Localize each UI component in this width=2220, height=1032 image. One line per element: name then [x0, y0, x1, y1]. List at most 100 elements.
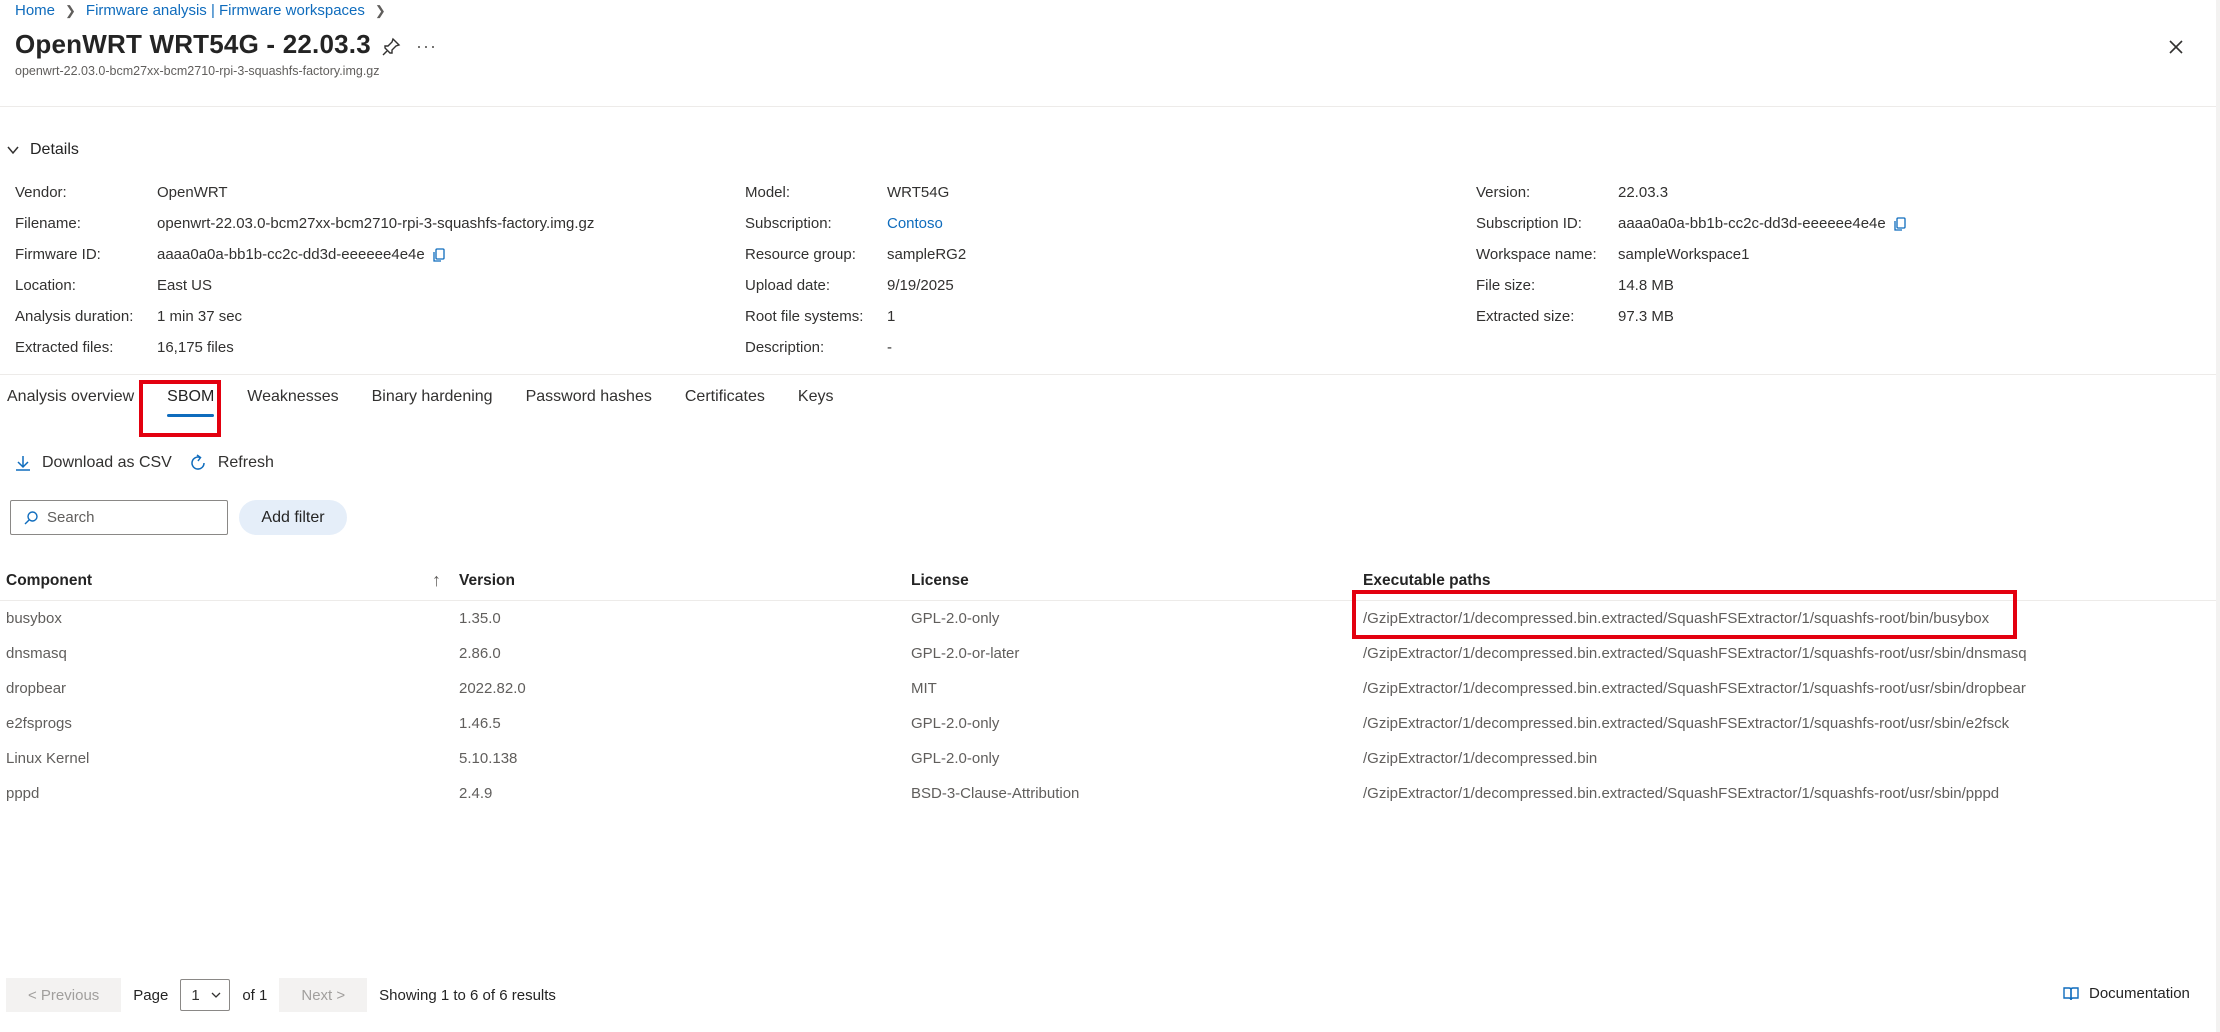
cell-component: dropbear: [6, 680, 67, 697]
tab-analysis-overview[interactable]: Analysis overview: [0, 383, 141, 419]
detail-key: Root file systems:: [745, 308, 864, 325]
breadcrumb-firmware-workspaces-link[interactable]: Firmware analysis | Firmware workspaces: [86, 2, 365, 19]
detail-description: Description: -: [745, 332, 966, 363]
column-header-executable-paths[interactable]: Executable paths: [1357, 572, 1491, 590]
cell-license: GPL-2.0-only: [911, 610, 1000, 627]
tab-certificates[interactable]: Certificates: [678, 383, 772, 419]
detail-analysis-duration: Analysis duration: 1 min 37 sec: [15, 301, 594, 332]
detail-key: Location:: [15, 277, 76, 294]
table-row[interactable]: dnsmasq 2.86.0 GPL-2.0-or-later/GzipExtrac…: [0, 636, 2220, 671]
tab-label: Weaknesses: [247, 388, 339, 405]
table-row[interactable]: Linux Kernel 5.10.138 GPL-2.0-only/GzipExt…: [0, 741, 2220, 776]
refresh-button[interactable]: Refresh: [188, 453, 274, 473]
detail-upload-date: Upload date: 9/19/2025: [745, 270, 966, 301]
table-row[interactable]: dropbear 2022.82.0 MIT/GzipExtractor/1/dec…: [0, 671, 2220, 706]
tab-bar: Analysis overview SBOM Weaknesses Binary…: [0, 383, 859, 423]
detail-key: Workspace name:: [1476, 246, 1597, 263]
detail-key: Subscription ID:: [1476, 215, 1582, 232]
detail-workspace-name: Workspace name: sampleWorkspace1: [1476, 239, 1908, 270]
detail-value: 16,175 files: [157, 339, 234, 356]
copy-icon[interactable]: [431, 247, 447, 263]
detail-value-wrap: aaaa0a0a-bb1b-cc2c-dd3d-eeeeee4e4e: [157, 246, 447, 263]
details-label: Details: [30, 141, 79, 158]
table-row[interactable]: pppd 2.4.9 BSD-3-Clause-Attribution/GzipEx…: [0, 776, 2220, 811]
detail-key: Model:: [745, 184, 791, 201]
breadcrumb-home-link[interactable]: Home: [15, 2, 55, 19]
tab-binary-hardening[interactable]: Binary hardening: [365, 383, 500, 419]
chevron-right-icon: ❯: [65, 2, 76, 18]
subscription-link[interactable]: Contoso: [887, 215, 943, 232]
tab-label: Password hashes: [525, 388, 652, 405]
detail-location: Location: East US: [15, 270, 594, 301]
page-select[interactable]: 1: [180, 979, 231, 1011]
chevron-down-icon: [211, 992, 221, 998]
search-input[interactable]: [47, 509, 217, 526]
cell-component: dnsmasq: [6, 645, 67, 662]
cell-executable-path: /GzipExtractor/1/decompressed.bin: [1363, 750, 1598, 767]
detail-value: 14.8 MB: [1618, 277, 1674, 294]
page-label: Page: [133, 986, 169, 1004]
detail-value: 97.3 MB: [1618, 308, 1674, 325]
tab-weaknesses[interactable]: Weaknesses: [240, 383, 345, 419]
detail-value: sampleRG2: [887, 246, 967, 263]
page-subtitle: openwrt-22.03.0-bcm27xx-bcm2710-rpi-3-sq…: [15, 64, 380, 78]
documentation-link[interactable]: Documentation: [2062, 985, 2190, 1002]
column-header-version[interactable]: Version: [453, 572, 905, 590]
detail-model: Model: WRT54G: [745, 177, 966, 208]
detail-vendor: Vendor: OpenWRT: [15, 177, 594, 208]
table-row[interactable]: e2fsprogs 1.46.5 GPL-2.0-only/GzipExtracto…: [0, 706, 2220, 741]
tab-keys[interactable]: Keys: [791, 383, 841, 419]
toolbar: Download as CSV Refresh: [14, 453, 290, 473]
cell-license: BSD-3-Clause-Attribution: [911, 785, 1080, 802]
sort-ascending-icon[interactable]: ↑: [432, 570, 441, 591]
detail-firmware-id: Firmware ID: aaaa0a0a-bb1b-cc2c-dd3d-eeee…: [15, 239, 594, 270]
details-toggle[interactable]: Details: [6, 141, 79, 159]
column-header-license[interactable]: License: [905, 572, 1357, 590]
cell-component: Linux Kernel: [6, 750, 90, 767]
page-title: OpenWRT WRT54G - 22.03.3: [15, 29, 371, 59]
download-csv-button[interactable]: Download as CSV: [14, 454, 172, 472]
add-filter-button[interactable]: Add filter: [239, 500, 347, 535]
next-page-button[interactable]: Next >: [279, 978, 368, 1012]
detail-key: Vendor:: [15, 184, 67, 201]
tab-label: Certificates: [684, 388, 765, 405]
cell-version: 2.4.9: [459, 785, 493, 802]
column-header-label: Component: [6, 571, 93, 589]
book-icon: [2063, 986, 2079, 1000]
pagination: < Previous Page 1 of 1 Next > Showing 1 …: [6, 978, 556, 1012]
detail-value: openwrt-22.03.0-bcm27xx-bcm2710-rpi-3-sq…: [157, 215, 595, 232]
previous-page-button[interactable]: < Previous: [6, 978, 122, 1012]
detail-extracted-size: Extracted size: 97.3 MB: [1476, 301, 1908, 332]
detail-root-file-systems: Root file systems: 1: [745, 301, 966, 332]
detail-value: 1 min 37 sec: [157, 308, 243, 325]
detail-extracted-files: Extracted files: 16,175 files: [15, 332, 594, 363]
close-icon[interactable]: [2165, 36, 2187, 58]
detail-key: Version:: [1476, 184, 1531, 201]
column-header-component[interactable]: Component ↑: [0, 570, 453, 591]
cell-version: 1.46.5: [459, 715, 501, 732]
pin-icon[interactable]: [380, 36, 402, 58]
detail-value: -: [887, 339, 892, 356]
cell-license: MIT: [911, 680, 937, 697]
detail-key: Firmware ID:: [15, 246, 101, 263]
chevron-down-icon: [7, 146, 19, 155]
search-box[interactable]: [10, 500, 228, 535]
cell-component: busybox: [6, 610, 62, 627]
cell-executable-path: /GzipExtractor/1/decompressed.bin.extrac…: [1363, 715, 2010, 732]
tab-highlight-box: [139, 380, 221, 437]
chevron-right-icon: ❯: [374, 2, 386, 18]
scrollbar[interactable]: [2216, 0, 2220, 1032]
copy-icon[interactable]: [1892, 216, 1908, 232]
detail-version: Version: 22.03.3: [1476, 177, 1908, 208]
search-icon: [24, 510, 38, 524]
detail-file-size: File size: 14.8 MB: [1476, 270, 1908, 301]
detail-key: File size:: [1476, 277, 1536, 294]
detail-key: Upload date:: [745, 277, 831, 294]
detail-value-wrap: aaaa0a0a-bb1b-cc2c-dd3d-eeeeee4e4e: [1618, 215, 1908, 232]
download-icon: [16, 456, 30, 471]
tab-password-hashes[interactable]: Password hashes: [519, 383, 659, 419]
detail-key: Filename:: [15, 215, 81, 232]
cell-license: GPL-2.0-only: [911, 750, 1000, 767]
cell-executable-path: /GzipExtractor/1/decompressed.bin.extrac…: [1363, 785, 2000, 802]
more-options-icon[interactable]: ···: [416, 36, 437, 57]
